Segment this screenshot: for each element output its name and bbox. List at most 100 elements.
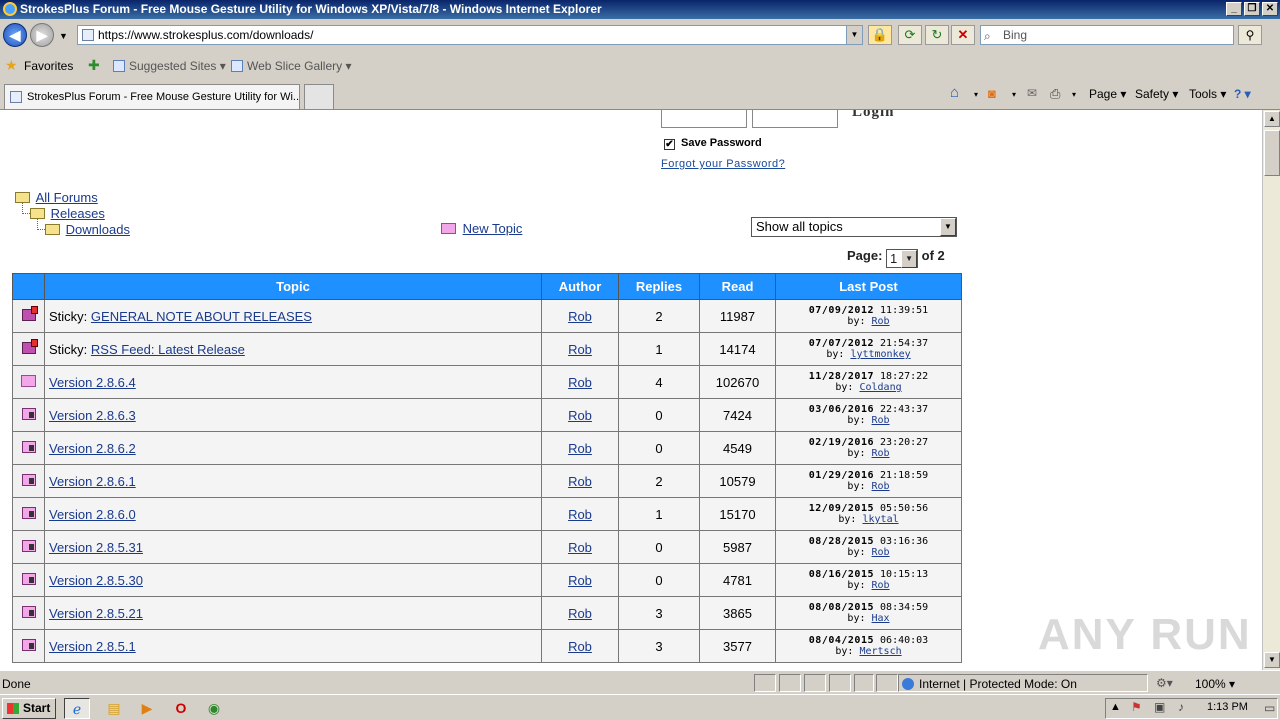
zoom-level[interactable]: 100% ▾ [1195, 677, 1235, 691]
author-link[interactable]: Rob [568, 540, 592, 555]
last-post-author-link[interactable]: Hax [872, 613, 890, 624]
network-warning-icon[interactable]: ⚑ [1131, 700, 1142, 714]
topic-filter-select[interactable]: Show all topics ▼ [751, 217, 957, 237]
last-post-author-link[interactable]: Rob [872, 415, 890, 426]
chevron-down-icon[interactable]: ▼ [901, 250, 918, 268]
protected-mode-icon[interactable]: ⚙▾ [1156, 676, 1173, 690]
internet-explorer-taskbar-icon[interactable]: ℯ [64, 698, 90, 719]
recent-pages-dropdown[interactable]: ▼ [59, 31, 68, 41]
topic-link[interactable]: Version 2.8.6.0 [49, 507, 136, 522]
last-post-author-link[interactable]: Rob [872, 316, 890, 327]
back-button[interactable]: ◀ [3, 23, 27, 47]
device-icon[interactable]: ▣ [1154, 700, 1165, 714]
start-button[interactable]: Start [2, 698, 56, 719]
last-post-author-link[interactable]: Rob [872, 580, 890, 591]
new-topic-link[interactable]: New Topic [441, 221, 522, 236]
author-link[interactable]: Rob [568, 606, 592, 621]
opera-icon[interactable]: O [168, 698, 194, 719]
explorer-folder-icon[interactable]: ▤ [101, 698, 127, 719]
author-link[interactable]: Rob [568, 441, 592, 456]
security-zone[interactable]: Internet | Protected Mode: On [902, 677, 1077, 691]
last-post-author-link[interactable]: Coldang [859, 382, 901, 393]
close-button[interactable]: ✕ [1262, 2, 1278, 16]
author-link[interactable]: Rob [568, 507, 592, 522]
author-link[interactable]: Rob [568, 408, 592, 423]
feed-dropdown[interactable]: ▾ [1012, 90, 1016, 99]
favorites-button[interactable]: Favorites [24, 59, 73, 73]
topic-link[interactable]: RSS Feed: Latest Release [91, 342, 245, 357]
author-link[interactable]: Rob [568, 474, 592, 489]
breadcrumb-downloads[interactable]: Downloads [45, 222, 130, 237]
topic-link[interactable]: GENERAL NOTE ABOUT RELEASES [91, 309, 312, 324]
page-menu[interactable]: Page ▾ [1089, 87, 1126, 101]
topic-link[interactable]: Version 2.8.5.21 [49, 606, 143, 621]
last-post-author-link[interactable]: Rob [872, 547, 890, 558]
topic-link[interactable]: Version 2.8.6.3 [49, 408, 136, 423]
address-bar[interactable]: https://www.strokesplus.com/downloads/ ▼ [77, 25, 863, 45]
home-dropdown[interactable]: ▾ [974, 90, 978, 99]
rss-feed-icon[interactable]: ◙ [988, 86, 996, 101]
save-password-option[interactable]: ✔ Save Password [664, 137, 762, 150]
search-icon[interactable]: ⚲ [1238, 25, 1262, 45]
last-post-author-link[interactable]: lyttmonkey [850, 349, 910, 360]
last-post-author-link[interactable]: Mertsch [859, 646, 901, 657]
search-input[interactable]: ⌕ Bing [980, 25, 1234, 45]
restore-button[interactable]: ❐ [1244, 2, 1260, 16]
favorites-star-icon[interactable]: ★ [5, 57, 18, 74]
new-topic-label[interactable]: New Topic [463, 221, 523, 236]
password-field[interactable] [752, 110, 838, 128]
mail-icon[interactable]: ✉ [1027, 86, 1037, 100]
print-icon[interactable]: ⎙ [1050, 86, 1060, 102]
stop-icon[interactable]: ✕ [951, 25, 975, 45]
refresh-icon[interactable]: ↻ [925, 25, 949, 45]
last-post-author-link[interactable]: lkytal [862, 514, 898, 525]
show-desktop-icon[interactable]: ▭ [1264, 701, 1275, 715]
vertical-scrollbar[interactable]: ▲ ▼ [1262, 110, 1280, 670]
login-button[interactable]: Login [852, 110, 895, 121]
media-player-icon[interactable]: ▶ [134, 698, 160, 719]
save-password-checkbox[interactable]: ✔ [664, 139, 675, 150]
volume-icon[interactable]: ♪ [1178, 700, 1184, 714]
last-post-author-link[interactable]: Rob [872, 448, 890, 459]
home-icon[interactable]: ⌂ [950, 84, 959, 101]
topic-link[interactable]: Version 2.8.5.30 [49, 573, 143, 588]
author-link[interactable]: Rob [568, 342, 592, 357]
safety-menu[interactable]: Safety ▾ [1135, 87, 1178, 101]
tray-expand-icon[interactable]: ▲ [1110, 701, 1121, 713]
lock-icon[interactable]: 🔒 [868, 25, 892, 45]
chrome-icon[interactable]: ◉ [201, 698, 227, 719]
clock[interactable]: 1:13 PM [1207, 701, 1248, 713]
new-tab-button[interactable] [304, 84, 334, 109]
scroll-up-arrow[interactable]: ▲ [1264, 111, 1280, 127]
help-menu[interactable]: ? ▾ [1234, 87, 1251, 101]
suggested-sites-link[interactable]: Suggested Sites ▾ [113, 59, 226, 73]
last-post-author-link[interactable]: Rob [872, 481, 890, 492]
all-forums-link[interactable]: All Forums [36, 190, 98, 205]
chevron-down-icon[interactable]: ▼ [940, 218, 956, 236]
compatibility-view-icon[interactable]: ⟳ [898, 25, 922, 45]
topic-link[interactable]: Version 2.8.5.1 [49, 639, 136, 654]
topic-link[interactable]: Version 2.8.6.1 [49, 474, 136, 489]
username-field[interactable] [661, 110, 747, 128]
scroll-down-arrow[interactable]: ▼ [1264, 652, 1280, 668]
minimize-button[interactable]: _ [1226, 2, 1242, 16]
address-dropdown[interactable]: ▼ [846, 26, 862, 44]
author-link[interactable]: Rob [568, 309, 592, 324]
releases-link[interactable]: Releases [51, 206, 105, 221]
topic-link[interactable]: Version 2.8.5.31 [49, 540, 143, 555]
downloads-link[interactable]: Downloads [66, 222, 130, 237]
page-select[interactable]: 1 ▼ [886, 249, 919, 268]
forward-button[interactable]: ▶ [30, 23, 54, 47]
topic-link[interactable]: Version 2.8.6.4 [49, 375, 136, 390]
tools-menu[interactable]: Tools ▾ [1189, 87, 1226, 101]
forgot-password-link[interactable]: Forgot your Password? [661, 158, 785, 170]
print-dropdown[interactable]: ▾ [1072, 90, 1076, 99]
author-link[interactable]: Rob [568, 573, 592, 588]
author-link[interactable]: Rob [568, 375, 592, 390]
web-slice-gallery-link[interactable]: Web Slice Gallery ▾ [231, 59, 352, 73]
topic-link[interactable]: Version 2.8.6.2 [49, 441, 136, 456]
author-link[interactable]: Rob [568, 639, 592, 654]
tab-strokesplus[interactable]: StrokesPlus Forum - Free Mouse Gesture U… [4, 84, 300, 109]
scroll-thumb[interactable] [1264, 130, 1280, 176]
add-favorite-icon[interactable]: ✚ [88, 57, 100, 74]
